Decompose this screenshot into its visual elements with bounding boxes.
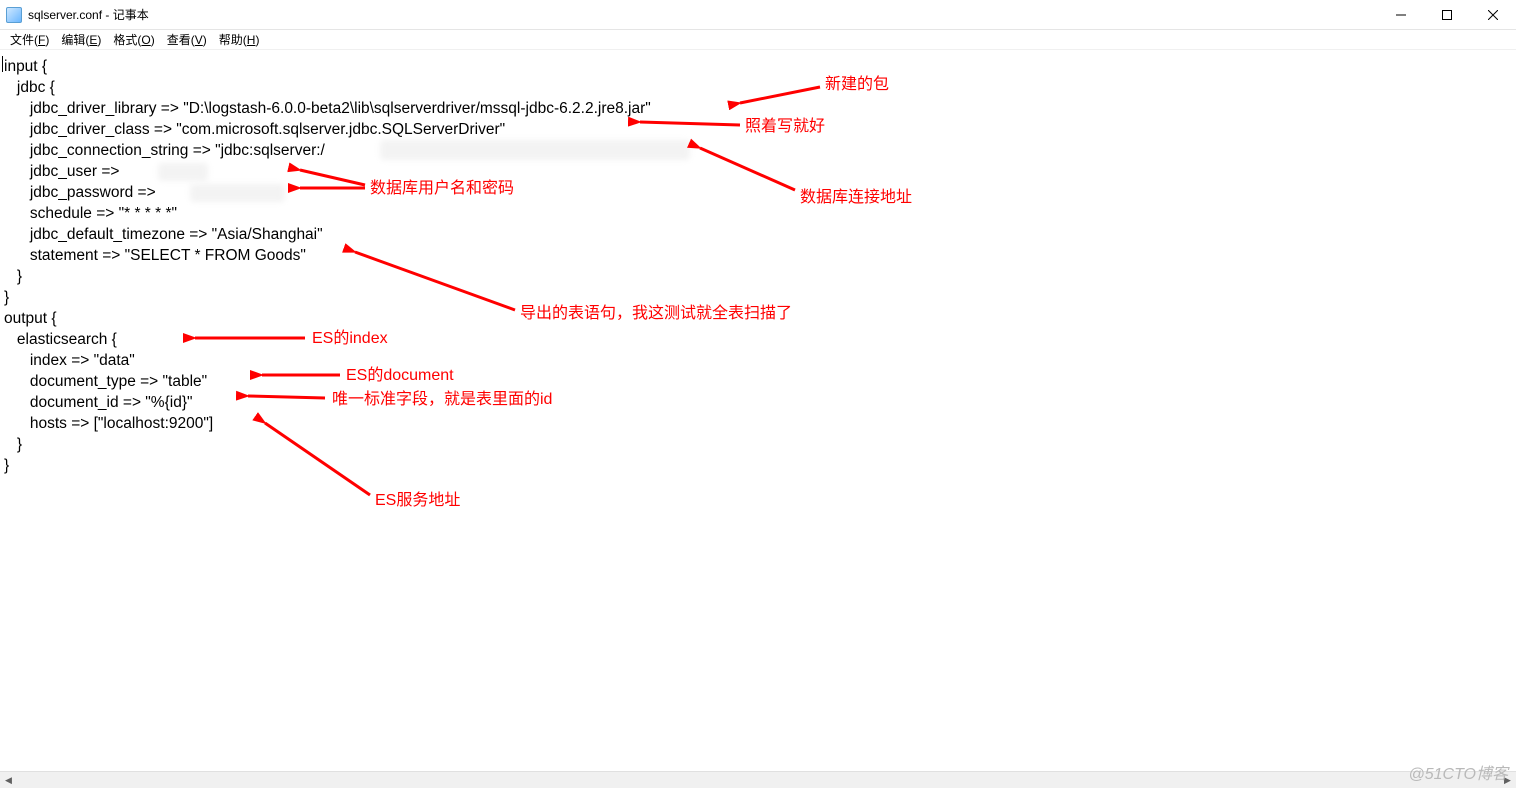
scroll-track[interactable] bbox=[17, 772, 1499, 788]
annotation-driver-copy: 照着写就好 bbox=[745, 116, 825, 137]
menu-file[interactable]: 文件(F) bbox=[4, 30, 55, 49]
annotation-es-host: ES服务地址 bbox=[375, 490, 460, 511]
scroll-left-button[interactable]: ◀ bbox=[0, 772, 17, 788]
annotation-new-package: 新建的包 bbox=[825, 74, 889, 95]
redacted-connection-string bbox=[380, 140, 690, 160]
editor-area[interactable]: input { jdbc { jdbc_driver_library => "D… bbox=[0, 50, 1516, 788]
window-titlebar: sqlserver.conf - 记事本 bbox=[0, 0, 1516, 30]
titlebar-left: sqlserver.conf - 记事本 bbox=[6, 6, 149, 23]
notepad-icon bbox=[6, 7, 22, 23]
menu-format[interactable]: 格式(O) bbox=[107, 30, 160, 49]
watermark: @51CTO博客 bbox=[1408, 760, 1508, 784]
editor-text[interactable]: input { jdbc { jdbc_driver_library => "D… bbox=[4, 56, 651, 476]
annotation-db-conn: 数据库连接地址 bbox=[800, 187, 912, 208]
minimize-button[interactable] bbox=[1378, 0, 1424, 30]
window-title: sqlserver.conf - 记事本 bbox=[28, 6, 149, 23]
menu-edit[interactable]: 编辑(E) bbox=[55, 30, 107, 49]
close-button[interactable] bbox=[1470, 0, 1516, 30]
redacted-user bbox=[158, 163, 208, 181]
text-cursor bbox=[2, 56, 3, 72]
menu-help[interactable]: 帮助(H) bbox=[213, 30, 266, 49]
menubar: 文件(F) 编辑(E) 格式(O) 查看(V) 帮助(H) bbox=[0, 30, 1516, 50]
window-controls bbox=[1378, 0, 1516, 29]
maximize-button[interactable] bbox=[1424, 0, 1470, 30]
redacted-password bbox=[190, 184, 285, 202]
menu-view[interactable]: 查看(V) bbox=[161, 30, 213, 49]
horizontal-scrollbar[interactable]: ◀ ▶ bbox=[0, 771, 1516, 788]
